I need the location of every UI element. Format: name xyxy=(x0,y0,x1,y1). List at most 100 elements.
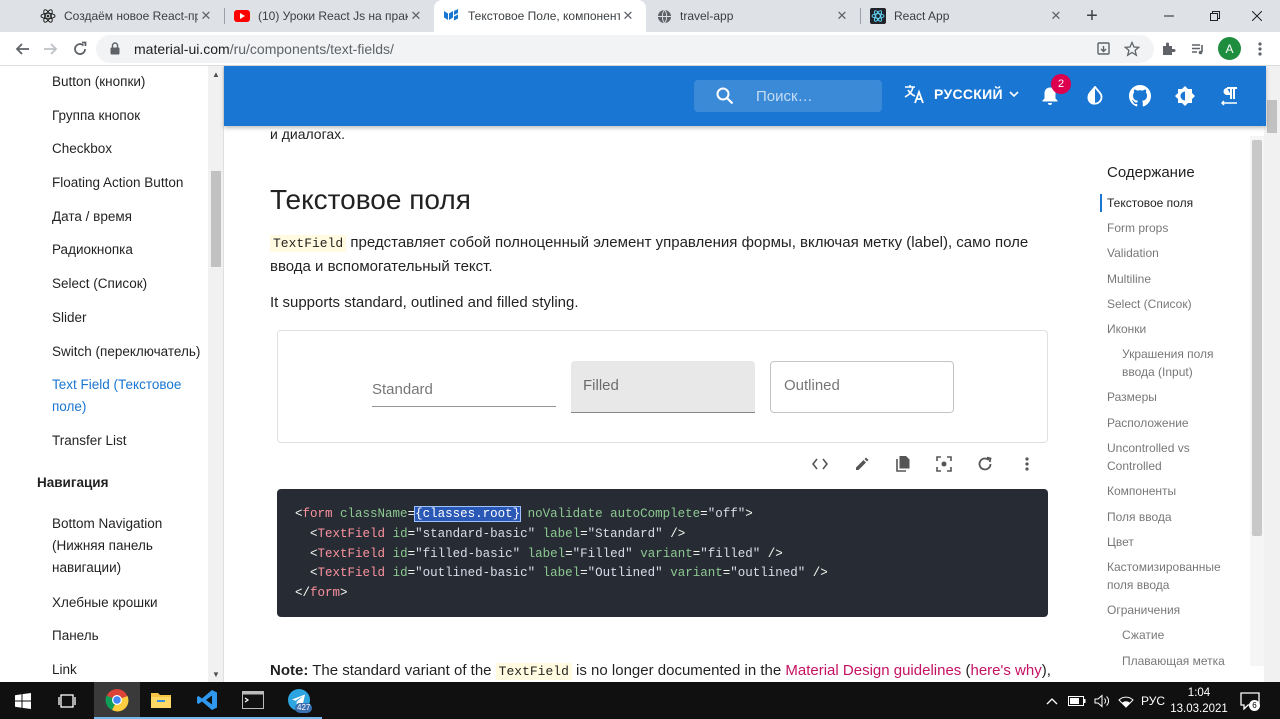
toc-item[interactable]: Form props xyxy=(1107,219,1245,237)
close-tab-icon[interactable]: ✕ xyxy=(198,8,214,24)
toc-item[interactable]: Иконки xyxy=(1107,320,1245,338)
taskbar-telegram[interactable]: 427 xyxy=(276,682,322,719)
sidebar-item[interactable]: Bottom Navigation (Нижняя панель навигац… xyxy=(52,513,192,579)
close-window-button[interactable] xyxy=(1234,0,1280,32)
media-queue-icon[interactable] xyxy=(1186,37,1210,61)
toc-item[interactable]: Validation xyxy=(1107,244,1245,262)
sidebar-item[interactable]: Transfer List xyxy=(52,430,212,452)
taskbar-terminal[interactable] xyxy=(230,682,276,719)
back-button[interactable] xyxy=(11,37,35,61)
scrollbar-thumb[interactable] xyxy=(1267,100,1277,133)
sidebar-item[interactable]: Select (Список) xyxy=(52,273,212,295)
close-tab-icon[interactable]: ✕ xyxy=(834,8,850,24)
show-source-button[interactable] xyxy=(808,452,832,476)
close-tab-icon[interactable]: ✕ xyxy=(620,8,636,24)
sidebar-scrollbar[interactable]: ▲ ▼ xyxy=(208,66,223,682)
toc-item[interactable]: Кастомизированные поля ввода xyxy=(1107,558,1245,594)
reset-focus-button[interactable] xyxy=(932,452,956,476)
input-language[interactable]: РУС xyxy=(1141,682,1165,719)
toc-item[interactable]: Ограничения xyxy=(1107,601,1245,619)
sidebar-item[interactable]: Радиокнопка xyxy=(52,239,212,261)
taskbar-file-explorer[interactable] xyxy=(138,682,184,719)
sidebar-nav: Button (кнопки) Группа кнопок Checkbox F… xyxy=(0,66,224,682)
toc-item[interactable]: Поля ввода xyxy=(1107,508,1245,526)
taskbar-chrome[interactable] xyxy=(94,682,140,719)
scroll-up-arrow-icon[interactable]: ▲ xyxy=(208,66,223,82)
sidebar-item[interactable]: Группа кнопок xyxy=(52,105,212,127)
task-view-button[interactable] xyxy=(44,682,90,719)
filled-text-field[interactable]: Filled xyxy=(571,361,755,413)
sidebar-item[interactable]: Link xyxy=(52,659,212,681)
toc-item[interactable]: Размеры xyxy=(1107,388,1245,406)
reset-demo-button[interactable] xyxy=(973,452,997,476)
close-tab-icon[interactable]: ✕ xyxy=(408,8,424,24)
toc-item[interactable]: Текстовое поля xyxy=(1100,194,1238,212)
toc-item[interactable]: Плавающая метка xyxy=(1122,652,1242,670)
minimize-button[interactable] xyxy=(1146,0,1192,32)
battery-icon[interactable] xyxy=(1068,682,1086,719)
sidebar-item[interactable]: Checkbox xyxy=(52,138,212,160)
browser-tab-active[interactable]: Текстовое Поле, компонент R ✕ xyxy=(434,0,646,32)
page-scrollbar[interactable] xyxy=(1264,66,1280,682)
scrollbar-thumb[interactable] xyxy=(1252,140,1262,536)
search-input[interactable]: Поиск… xyxy=(694,80,882,112)
sidebar-item[interactable]: Панель xyxy=(52,625,212,647)
sidebar-item[interactable]: Хлебные крошки xyxy=(52,592,212,614)
notification-center-icon: 6 xyxy=(1240,691,1260,711)
toc-item[interactable]: Компоненты xyxy=(1107,482,1245,500)
toc-item[interactable]: Select (Список) xyxy=(1107,295,1245,313)
sidebar-item[interactable]: Button (кнопки) xyxy=(52,71,212,93)
action-center-button[interactable]: 6 xyxy=(1240,682,1260,719)
wifi-icon[interactable] xyxy=(1118,682,1134,719)
copy-source-button[interactable] xyxy=(891,452,915,476)
volume-icon[interactable] xyxy=(1094,682,1110,719)
more-vert-icon[interactable] xyxy=(1248,37,1272,61)
maximize-button[interactable] xyxy=(1192,0,1238,32)
forward-button[interactable] xyxy=(38,37,62,61)
reload-button[interactable] xyxy=(68,37,92,61)
browser-tab[interactable]: Создаём новое React-прилож ✕ xyxy=(30,0,224,32)
sidebar-item[interactable]: Floating Action Button xyxy=(52,172,212,194)
system-clock[interactable]: 1:04 13.03.2021 xyxy=(1168,685,1230,717)
profile-avatar[interactable]: A xyxy=(1218,37,1241,60)
sidebar-item[interactable]: Switch (переключатель) xyxy=(52,341,212,363)
text-direction-button[interactable] xyxy=(1216,82,1244,110)
tray-show-hidden-icon[interactable] xyxy=(1046,682,1058,719)
install-app-icon[interactable] xyxy=(1092,37,1116,61)
toc-scrollbar[interactable] xyxy=(1250,126,1264,682)
scroll-down-arrow-icon[interactable]: ▼ xyxy=(208,666,223,682)
address-bar[interactable]: material-ui.com/ru/components/text-field… xyxy=(96,35,1154,63)
scrollbar-thumb[interactable] xyxy=(211,171,221,267)
browser-tab[interactable]: (10) Уроки React Js на практи ✕ xyxy=(224,0,434,32)
heres-why-link[interactable]: here's why xyxy=(970,662,1041,679)
toc-item[interactable]: Multiline xyxy=(1107,270,1245,288)
settings-button[interactable] xyxy=(1171,82,1199,110)
outlined-text-field[interactable]: Outlined xyxy=(770,361,954,413)
taskbar-vscode[interactable] xyxy=(184,682,230,719)
browser-tab[interactable]: travel-app ✕ xyxy=(646,0,860,32)
new-tab-button[interactable]: + xyxy=(1082,6,1102,26)
theme-toggle-button[interactable] xyxy=(1081,82,1109,110)
toc-item[interactable]: Цвет xyxy=(1107,533,1245,551)
more-options-button[interactable] xyxy=(1015,452,1039,476)
language-selector[interactable]: РУССКИЙ xyxy=(904,84,1019,104)
browser-tab[interactable]: React App ✕ xyxy=(860,0,1074,32)
toc-item[interactable]: Украшения поля ввода (Input) xyxy=(1122,345,1242,381)
toc-item[interactable]: Сжатие xyxy=(1122,626,1242,644)
toc-item[interactable]: Расположение xyxy=(1107,414,1245,432)
bookmark-star-icon[interactable] xyxy=(1120,37,1144,61)
extensions-icon[interactable] xyxy=(1156,37,1180,61)
sidebar-item[interactable]: Slider xyxy=(52,307,212,329)
close-tab-icon[interactable]: ✕ xyxy=(1048,8,1064,24)
toc-item[interactable]: Uncontrolled vs Controlled xyxy=(1107,439,1245,475)
start-button[interactable] xyxy=(0,682,46,719)
standard-text-field[interactable]: Standard xyxy=(372,371,556,407)
app-bar: Поиск… РУССКИЙ 2 xyxy=(224,66,1266,126)
material-guidelines-link[interactable]: Material Design guidelines xyxy=(785,662,961,679)
edit-in-codesandbox-button[interactable] xyxy=(850,452,874,476)
code-block[interactable]: <form className={classes.root} noValidat… xyxy=(277,489,1048,617)
sidebar-item[interactable]: Дата / время xyxy=(52,206,212,228)
github-button[interactable] xyxy=(1126,82,1154,110)
sidebar-section-heading[interactable]: Навигация xyxy=(37,475,108,490)
sidebar-item-text-field[interactable]: Text Field (Текстовое поле) xyxy=(52,374,192,418)
